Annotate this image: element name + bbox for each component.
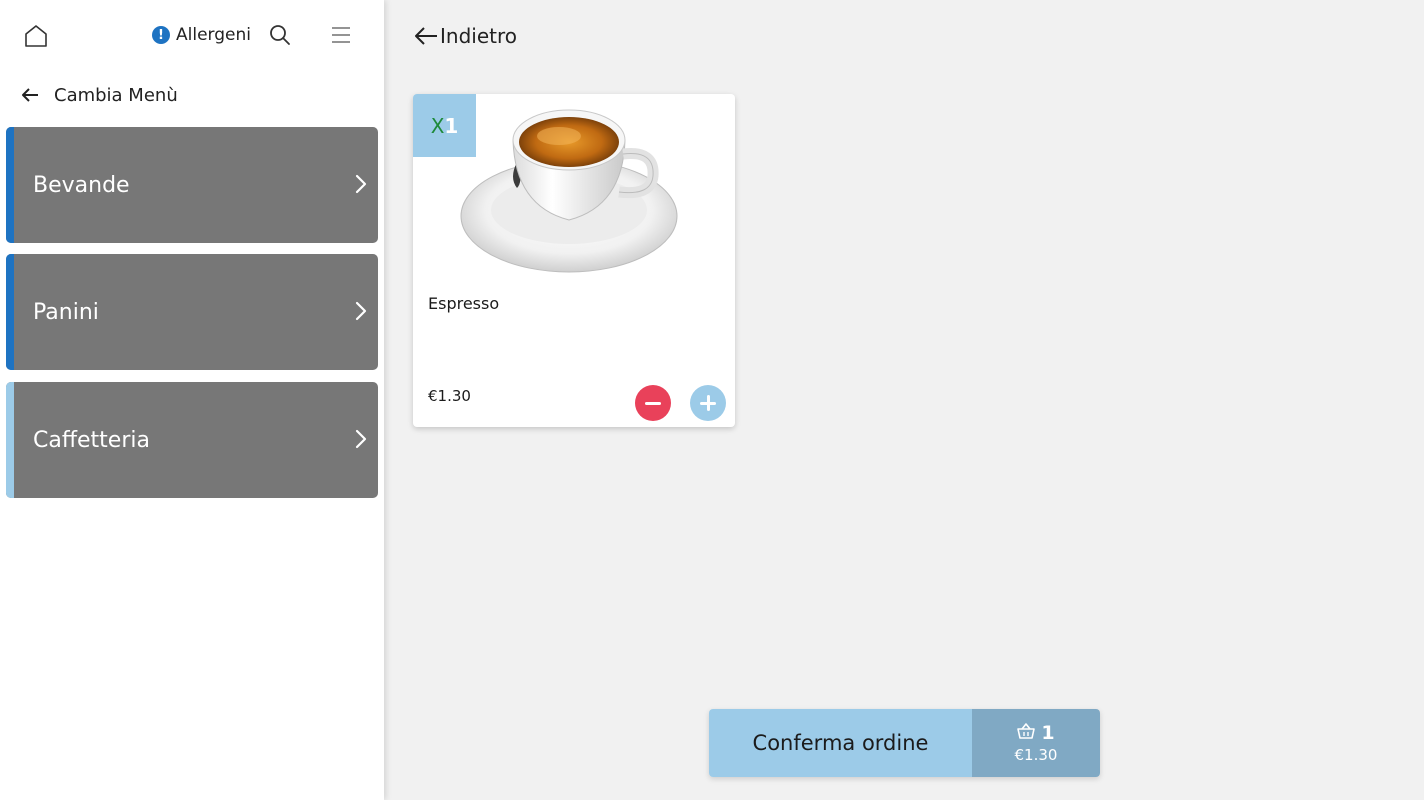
cart-count-row: 1 [1017, 722, 1055, 744]
product-card[interactable]: X 1 Espresso €1.30 [413, 94, 735, 427]
category-bevande[interactable]: Bevande [6, 127, 378, 243]
cart-summary[interactable]: 1 €1.30 [972, 709, 1100, 777]
basket-icon [1017, 722, 1041, 744]
category-label: Bevande [33, 172, 130, 198]
increase-quantity-button[interactable] [690, 385, 726, 421]
product-name: Espresso [428, 294, 500, 313]
arrow-left-icon [414, 25, 438, 47]
change-menu-button[interactable]: Cambia Menù [20, 82, 178, 108]
change-menu-label: Cambia Menù [54, 84, 178, 106]
category-caffetteria[interactable]: Caffetteria [6, 382, 378, 498]
chevron-right-icon [354, 300, 368, 322]
product-price: €1.30 [428, 387, 471, 405]
back-button[interactable]: Indietro [414, 22, 517, 50]
confirm-order-button[interactable]: Conferma ordine [709, 709, 972, 777]
allergens-button[interactable]: ! Allergeni [152, 24, 251, 46]
cart-total: €1.30 [1014, 746, 1058, 764]
chevron-right-icon [354, 173, 368, 195]
cart-item-count: 1 [1041, 722, 1055, 744]
category-stripe [6, 127, 14, 243]
arrow-left-icon [20, 85, 40, 105]
category-panini[interactable]: Panini [6, 254, 378, 370]
sidebar-topbar: ! Allergeni [0, 0, 384, 70]
allergens-label: Allergeni [176, 25, 251, 45]
decrease-quantity-button[interactable] [635, 385, 671, 421]
category-label: Panini [33, 299, 99, 325]
home-icon[interactable] [22, 22, 50, 50]
search-icon[interactable] [268, 23, 292, 47]
info-icon: ! [152, 26, 170, 44]
hamburger-menu-icon[interactable] [330, 24, 352, 46]
chevron-right-icon [354, 428, 368, 450]
product-image [457, 98, 693, 276]
category-stripe [6, 382, 14, 498]
back-label: Indietro [440, 24, 517, 48]
confirm-order-bar: Conferma ordine 1 €1.30 [709, 709, 1100, 777]
category-label: Caffetteria [33, 427, 150, 453]
minus-icon [645, 401, 661, 405]
category-stripe [6, 254, 14, 370]
sidebar: ! Allergeni Cambia Menù Bevande Panini C… [0, 0, 384, 800]
quantity-prefix: X [430, 113, 445, 138]
